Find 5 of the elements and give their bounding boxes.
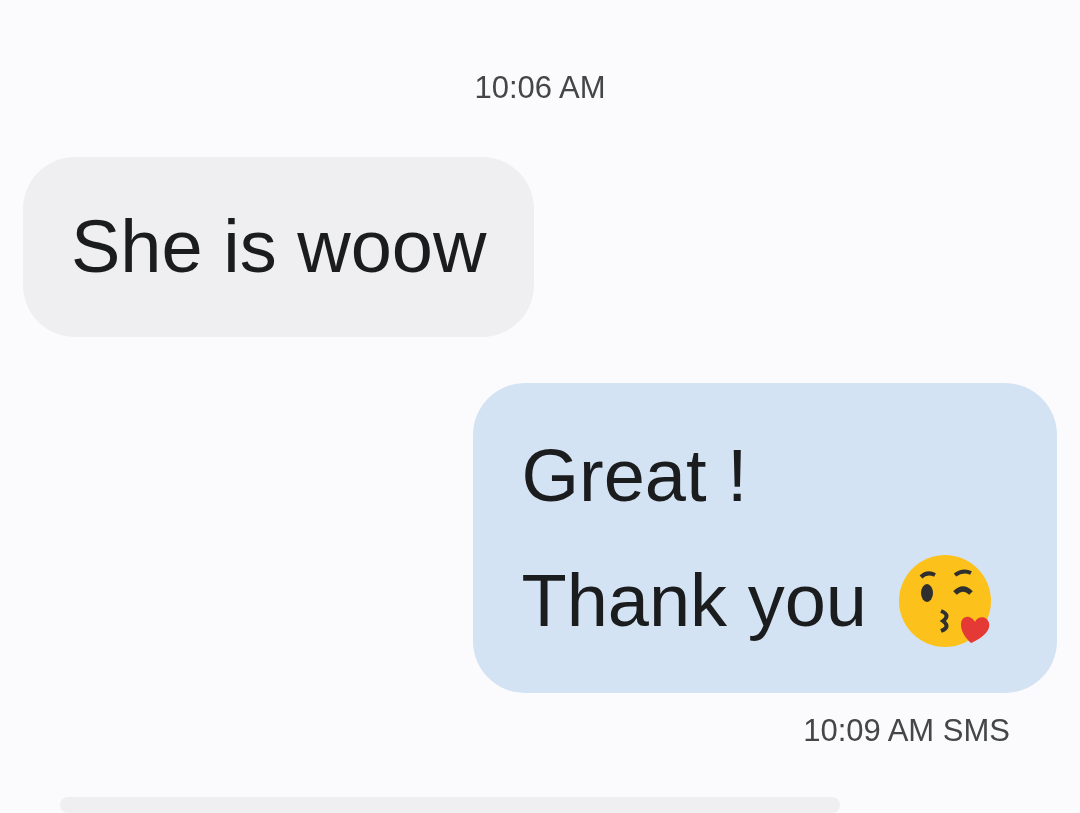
message-time: 10:09 AM SMS — [803, 713, 1010, 749]
message-text: Great ! — [521, 433, 748, 519]
timestamp: 10:06 AM — [474, 70, 606, 106]
message-text: Thank you — [521, 558, 867, 644]
message-text: She is woow — [71, 204, 487, 290]
